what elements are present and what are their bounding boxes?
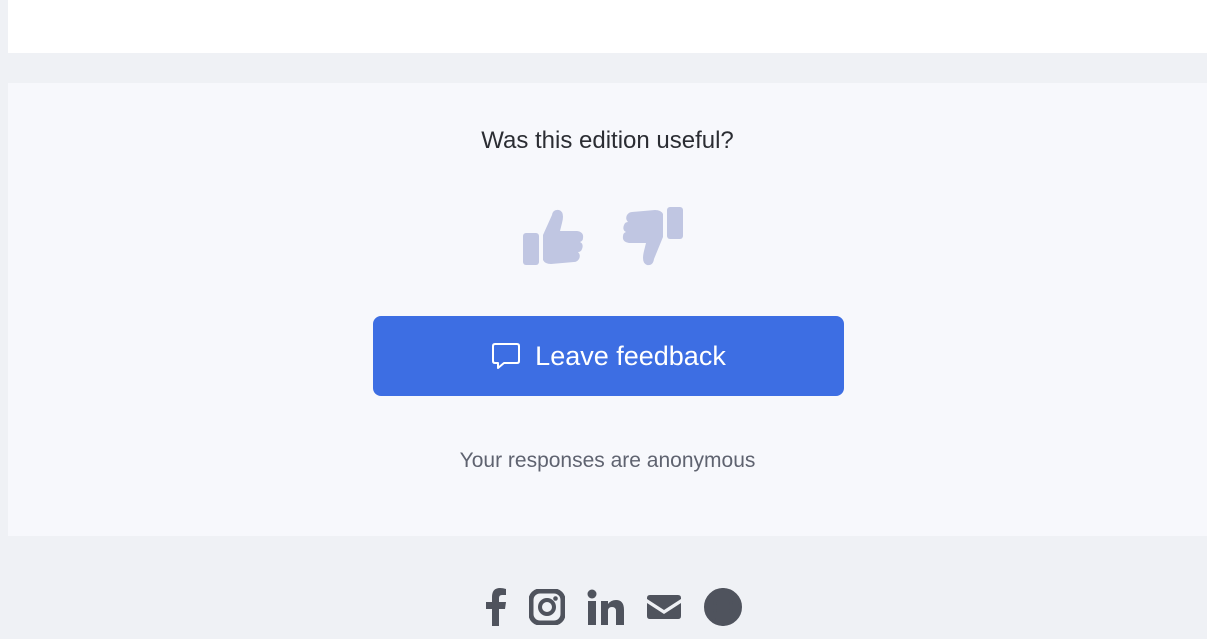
linkedin-link[interactable] <box>587 583 625 631</box>
feedback-question: Was this edition useful? <box>481 127 734 154</box>
instagram-link[interactable] <box>528 583 565 631</box>
website-link[interactable] <box>703 583 743 631</box>
linkedin-icon <box>587 589 624 625</box>
instagram-icon <box>528 589 565 625</box>
thumbs-down-button[interactable] <box>620 202 686 272</box>
social-links <box>0 583 1207 631</box>
chat-bubble-icon <box>492 343 521 369</box>
leave-feedback-label: Leave feedback <box>535 340 726 371</box>
leave-feedback-button[interactable]: Leave feedback <box>373 316 844 396</box>
email-link[interactable] <box>646 583 681 631</box>
thumbs-up-button[interactable] <box>520 202 586 272</box>
thumbs-up-icon <box>522 209 583 265</box>
thumbs-down-icon <box>622 207 683 266</box>
email-icon <box>646 595 681 619</box>
facebook-icon <box>485 588 506 626</box>
globe-icon <box>703 588 742 626</box>
facebook-link[interactable] <box>485 583 507 631</box>
vote-buttons <box>8 202 1207 272</box>
top-content-panel <box>8 0 1207 53</box>
anonymous-note: Your responses are anonymous <box>459 449 756 472</box>
feedback-panel: Was this edition useful? Leave feedback … <box>8 83 1207 536</box>
